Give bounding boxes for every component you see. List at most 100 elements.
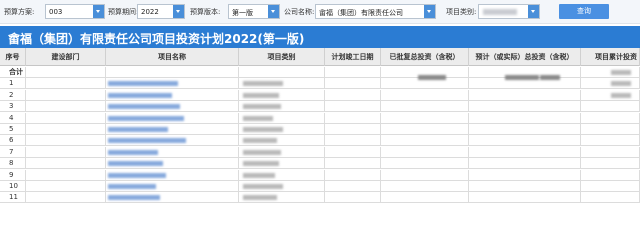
redacted-project-name bbox=[108, 115, 184, 121]
company-label: 公司名称: bbox=[284, 8, 315, 16]
table-row[interactable]: 6 bbox=[0, 135, 640, 147]
table-row[interactable]: 4 bbox=[0, 112, 640, 124]
table-cell bbox=[325, 135, 381, 147]
table-cell bbox=[469, 181, 581, 192]
table-cell bbox=[106, 192, 239, 204]
category-select-value bbox=[483, 9, 517, 15]
redacted-project-category bbox=[243, 115, 273, 121]
chevron-down-icon[interactable] bbox=[93, 5, 104, 18]
table-cell bbox=[381, 112, 469, 124]
chevron-down-icon[interactable] bbox=[268, 5, 279, 18]
plan-label: 预算方案: bbox=[4, 8, 35, 16]
table-cell bbox=[581, 124, 640, 135]
version-select[interactable]: 第一版 bbox=[228, 4, 280, 19]
table-cell bbox=[239, 67, 325, 78]
table-row[interactable]: 5 bbox=[0, 124, 640, 135]
table-cell bbox=[26, 169, 106, 181]
period-select-value: 2022 bbox=[141, 8, 159, 16]
table-cell bbox=[381, 89, 469, 101]
table-cell bbox=[106, 124, 239, 135]
row-seq: 3 bbox=[0, 101, 26, 113]
row-seq: 2 bbox=[0, 89, 26, 101]
investment-plan-table: 序号 建设部门 项目名称 项目类别 计划竣工日期 已批复总投资（含税） 预计（或… bbox=[0, 48, 640, 223]
redacted-project-category bbox=[243, 172, 275, 178]
table-cell bbox=[106, 78, 239, 90]
filter-bar: 预算方案: 003 预算期间: 2022 预算版本: 第一版 公司名称: 畲福（… bbox=[0, 0, 640, 24]
table-cell bbox=[581, 192, 640, 204]
table-cell bbox=[106, 181, 239, 192]
row-seq: 11 bbox=[0, 192, 26, 204]
table-cell bbox=[469, 124, 581, 135]
category-select[interactable] bbox=[478, 4, 540, 19]
redacted-project-category bbox=[243, 127, 283, 132]
period-select[interactable]: 2022 bbox=[137, 4, 185, 19]
table-cell bbox=[106, 146, 239, 158]
table-cell bbox=[325, 169, 381, 181]
table-cell bbox=[325, 67, 381, 78]
company-select[interactable]: 畲福（集团）有限责任公司 bbox=[315, 4, 436, 19]
row-seq: 8 bbox=[0, 158, 26, 170]
chevron-down-icon[interactable] bbox=[173, 5, 184, 18]
table-cell bbox=[239, 169, 325, 181]
table-cell bbox=[325, 89, 381, 101]
company-select-value: 畲福（集团）有限责任公司 bbox=[319, 9, 403, 17]
redacted-project-category bbox=[243, 92, 279, 98]
table-cell bbox=[239, 89, 325, 101]
redacted-project-category bbox=[243, 195, 277, 201]
table-cell bbox=[581, 78, 640, 90]
category-label: 项目类别: bbox=[446, 8, 477, 16]
table-cell bbox=[381, 135, 469, 147]
plan-select-value: 003 bbox=[49, 8, 63, 16]
table-cell bbox=[469, 101, 581, 113]
table-cell bbox=[26, 67, 106, 78]
row-seq: 5 bbox=[0, 124, 26, 135]
table-cell bbox=[581, 158, 640, 170]
table-row[interactable]: 3 bbox=[0, 101, 640, 113]
table-cell bbox=[469, 78, 581, 90]
table-cell bbox=[381, 146, 469, 158]
table-cell bbox=[26, 146, 106, 158]
table-cell bbox=[26, 181, 106, 192]
plan-select[interactable]: 003 bbox=[45, 4, 105, 19]
table-cell bbox=[469, 112, 581, 124]
table-cell bbox=[325, 101, 381, 113]
table-cell bbox=[469, 89, 581, 101]
table-row[interactable]: 10 bbox=[0, 181, 640, 192]
table-cell bbox=[106, 169, 239, 181]
redacted-value bbox=[611, 92, 631, 98]
table-cell bbox=[325, 78, 381, 90]
page-title: 畲福（集团）有限责任公司项目投资计划2022(第一版) bbox=[8, 32, 305, 46]
total-label: 合计 bbox=[0, 67, 26, 78]
redacted-project-category bbox=[243, 184, 283, 189]
chevron-down-icon[interactable] bbox=[528, 5, 539, 18]
redacted-project-name bbox=[108, 184, 156, 189]
table-header: 序号 建设部门 项目名称 项目类别 计划竣工日期 已批复总投资（含税） 预计（或… bbox=[0, 48, 640, 66]
row-seq: 7 bbox=[0, 146, 26, 158]
report-title-bar: 畲福（集团）有限责任公司项目投资计划2022(第一版) bbox=[0, 26, 640, 48]
redacted-project-name bbox=[108, 172, 166, 178]
table-row[interactable]: 7 bbox=[0, 146, 640, 158]
table-row[interactable]: 9 bbox=[0, 169, 640, 181]
table-cell bbox=[106, 89, 239, 101]
row-seq: 6 bbox=[0, 135, 26, 147]
table-cell bbox=[325, 158, 381, 170]
table-cell bbox=[381, 181, 469, 192]
table-row[interactable]: 1 bbox=[0, 78, 640, 90]
redacted-project-name bbox=[108, 149, 158, 155]
table-cell bbox=[26, 78, 106, 90]
chevron-down-icon[interactable] bbox=[424, 5, 435, 18]
table-row[interactable]: 11 bbox=[0, 192, 640, 204]
table-row[interactable]: 8 bbox=[0, 158, 640, 170]
redacted-project-name bbox=[108, 81, 178, 87]
table-cell bbox=[239, 101, 325, 113]
table-cell bbox=[469, 158, 581, 170]
table-cell bbox=[239, 158, 325, 170]
header-project-category: 项目类别 bbox=[239, 48, 325, 66]
table-cell bbox=[469, 135, 581, 147]
query-button[interactable]: 查询 bbox=[559, 4, 609, 19]
redacted-project-category bbox=[243, 161, 279, 167]
table-cell bbox=[325, 146, 381, 158]
table-cell bbox=[239, 112, 325, 124]
table-cell bbox=[325, 124, 381, 135]
table-row[interactable]: 2 bbox=[0, 89, 640, 101]
